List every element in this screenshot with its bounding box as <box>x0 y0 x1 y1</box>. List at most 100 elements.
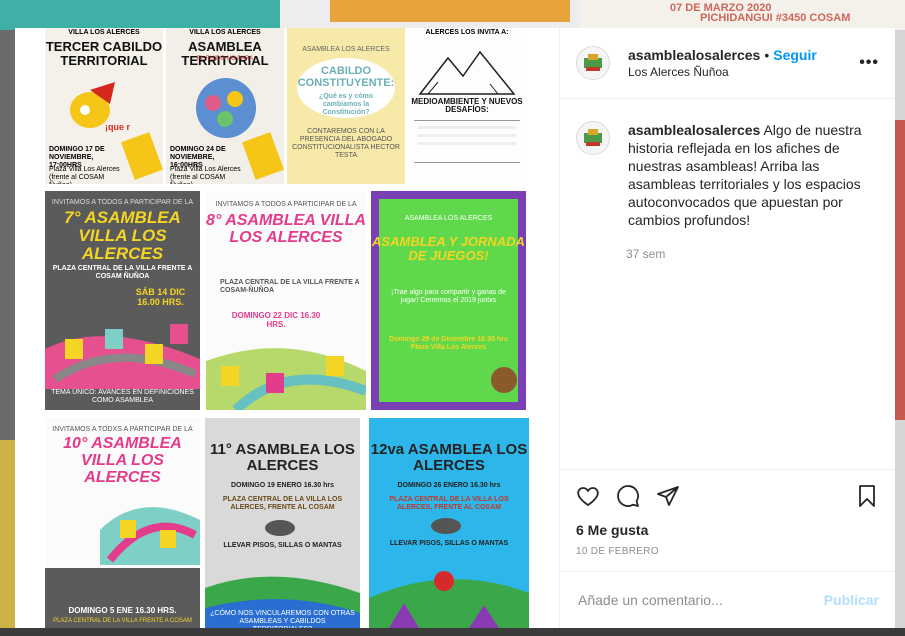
publish-button[interactable]: Publicar <box>824 592 879 608</box>
follow-button[interactable]: Seguir <box>773 47 817 63</box>
dog-illustration <box>491 367 517 393</box>
poster-date: SÁB 14 DIC 16.00 HRS. <box>135 287 186 308</box>
avatar[interactable] <box>576 46 610 80</box>
ufo-illustration <box>265 520 295 536</box>
poster-place: Plaza Villa Los Alerces (frente al COSAM… <box>170 166 241 184</box>
post-header-info: asamblealosalerces • Seguir Los Alerces Ñu… <box>628 46 859 80</box>
ufo-illustration <box>431 518 461 534</box>
post-modal: VILLA LOS ALERCES TERCER CABILDO TERRITO… <box>15 28 895 628</box>
divider <box>414 162 520 163</box>
poster-text: ALERCES LOS INVITA A: <box>425 29 509 36</box>
poster-text: VILLA LOS ALERCES <box>189 29 261 36</box>
caption-text: asamblealosalerces Algo de nuestra histo… <box>628 121 879 229</box>
poster-title: 8° ASAMBLEA VILLA LOS ALERCES <box>206 212 366 246</box>
poster-title: ASAMBLEA Y JORNADA DE JUEGOS! <box>372 234 525 263</box>
text-lines <box>418 126 516 129</box>
sticky-note <box>121 132 163 180</box>
poster-title: 7° ASAMBLEA VILLA LOS ALERCES <box>64 208 181 263</box>
post-image[interactable]: VILLA LOS ALERCES TERCER CABILDO TERRITO… <box>15 28 560 628</box>
poster-text: LLEVAR PISOS, SILLAS O MANTAS <box>223 542 342 549</box>
poster-place: PLAZA CENTRAL DE LA VILLA LOS ALERCES, F… <box>389 496 509 512</box>
post-date[interactable]: 10 DE FEBRERO <box>576 546 879 557</box>
poster-date: DOMINGO 26 ENERO 16.30 hrs <box>397 482 501 489</box>
poster-text: ASAMBLEA LOS ALERCES <box>302 46 390 53</box>
poster-title: 10° ASAMBLEA VILLA LOS ALERCES <box>63 435 182 486</box>
poster-date: DOMINGO 22 DIC 16.30 HRS. <box>231 311 321 330</box>
poster-place: PLAZA CENTRAL DE LA VILLA FRENTE A COSAM… <box>52 265 193 281</box>
poster-title: ASAMBLEA TERRITORIAL <box>181 39 269 68</box>
asamblea-logo-icon <box>584 129 602 146</box>
comment-input[interactable] <box>576 591 824 609</box>
poster-jornada-juegos: ASAMBLEA LOS ALERCES ASAMBLEA Y JORNADA … <box>371 191 526 410</box>
comments-area: asamblealosalerces Algo de nuestra histo… <box>560 99 895 469</box>
poster-text: INVITAMOS A TODXS A PARTICIPAR DE LA <box>52 426 193 433</box>
houses-illustration <box>45 324 200 389</box>
share-icon[interactable] <box>656 484 680 508</box>
houses-illustration <box>100 507 200 565</box>
add-comment-bar: Publicar <box>560 571 895 628</box>
action-icons <box>576 476 879 516</box>
poster-8-asamblea: INVITAMOS A TODOS A PARTICIPAR DE LA 8° … <box>206 191 366 410</box>
poster-date: DOMINGO 19 ENERO 16.30 hrs <box>230 482 335 489</box>
caption: asamblealosalerces Algo de nuestra histo… <box>576 121 879 229</box>
hills-illustration <box>369 571 529 628</box>
like-count[interactable]: 6 Me gusta <box>576 522 879 538</box>
location-link[interactable]: Los Alerces Ñuñoa <box>628 64 859 80</box>
poster-place: PLAZA CENTRAL DE LA VILLA FRENTE A COSAM… <box>220 279 360 295</box>
poster-text: ¡Trae algo para compartir y ganas de jug… <box>391 289 506 305</box>
background-right-poster <box>895 120 905 420</box>
comment-icon[interactable] <box>616 484 640 508</box>
svg-text:¡que no pare!: ¡que no pare! <box>105 122 130 132</box>
background-bottom <box>0 628 905 636</box>
poster-11-asamblea: 11° ASAMBLEA LOS ALERCES DOMINGO 19 ENER… <box>205 418 360 628</box>
poster-text: LLEVAR PISOS, SILLAS O MANTAS <box>389 540 509 547</box>
poster-title: 12va ASAMBLEA LOS ALERCES <box>370 441 528 474</box>
poster-7-asamblea: INVITAMOS A TODOS A PARTICIPAR DE LA 7° … <box>45 191 200 410</box>
poster-title: MEDIOAMBIENTE Y NUEVOS DESAFÍOS: <box>411 97 523 115</box>
divider <box>414 120 520 121</box>
poster-text: EL RUIDO NO PARA <box>196 56 254 62</box>
text-lines <box>418 134 516 137</box>
poster-question: ¿Qué es y cómo cambiamos la Constitución… <box>318 93 374 117</box>
poster-asamblea-territorial: VILLA LOS ALERCES ASAMBLEA TERRITORIAL E… <box>166 28 284 184</box>
sticky-note <box>242 132 284 180</box>
poster-title: TERCER CABILDO TERRITORIAL <box>45 39 163 68</box>
background-poster-left <box>0 0 280 30</box>
post-sidebar: asamblealosalerces • Seguir Los Alerces Ñu… <box>560 28 895 628</box>
poster-text: INVITAMOS A TODOS A PARTICIPAR DE LA <box>51 199 194 206</box>
caption-username[interactable]: asamblealosalerces <box>628 122 760 138</box>
fist-illustration: ¡que no pare! <box>70 82 130 132</box>
background-poster-middle <box>330 0 570 22</box>
poster-text: VILLA LOS ALERCES <box>68 29 140 36</box>
poster-12-asamblea: 12va ASAMBLEA LOS ALERCES DOMINGO 26 ENE… <box>369 418 529 628</box>
poster-title: 11° ASAMBLEA LOS ALERCES <box>210 441 355 474</box>
poster-title: CABILDO CONSTITUYENTE: <box>297 65 395 89</box>
poster-place: Plaza Villa Los Alerces (frente al COSAM… <box>49 166 120 184</box>
crowd-illustration <box>196 78 256 138</box>
poster-question: ¿CÓMO NOS VINCULAREMOS CON OTRAS ASAMBLE… <box>210 610 355 628</box>
background-banner-text-2: PICHIDANGUI #3450 COSAM <box>700 12 851 24</box>
action-bar: 6 Me gusta 10 DE FEBRERO <box>560 469 895 571</box>
text-lines <box>418 142 516 145</box>
bookmark-icon[interactable] <box>855 484 879 508</box>
separator-dot: • <box>764 47 770 63</box>
username-link[interactable]: asamblealosalerces <box>628 47 760 63</box>
post-header: asamblealosalerces • Seguir Los Alerces Ñu… <box>560 28 895 99</box>
houses-illustration <box>206 348 366 410</box>
poster-place: PLAZA CENTRAL DE LA VILLA LOS ALERCES, F… <box>222 496 343 512</box>
poster-10-asamblea: INVITAMOS A TODXS A PARTICIPAR DE LA 10°… <box>45 418 200 628</box>
poster-place: PLAZA CENTRAL DE LA VILLA FRENTE A COSAM <box>53 618 192 624</box>
poster-text: ASAMBLEA LOS ALERCES <box>404 215 493 222</box>
poster-date: DOMINGO 5 ENE 16.30 HRS. <box>68 606 177 615</box>
poster-text: CONTAREMOS CON LA PRESENCIA DEL ABOGADO … <box>292 128 400 160</box>
poster-medioambiente: ALERCES LOS INVITA A: MEDIOAMBIENTE Y NU… <box>408 28 526 184</box>
heart-icon[interactable] <box>576 484 600 508</box>
poster-date: Domingo 29 de Diciembre 16:30 hrs Plaza … <box>389 336 508 352</box>
background-left-poster <box>0 440 15 636</box>
avatar[interactable] <box>576 121 610 155</box>
asamblea-logo-icon <box>584 54 602 71</box>
post-time-ago[interactable]: 37 sem <box>626 247 879 261</box>
poster-text: INVITAMOS A TODOS A PARTICIPAR DE LA <box>215 201 357 208</box>
more-options-icon[interactable]: ••• <box>859 54 879 72</box>
poster-text: TEMA ÚNICO: AVANCES EN DEFINICIONES COMO… <box>51 389 194 405</box>
